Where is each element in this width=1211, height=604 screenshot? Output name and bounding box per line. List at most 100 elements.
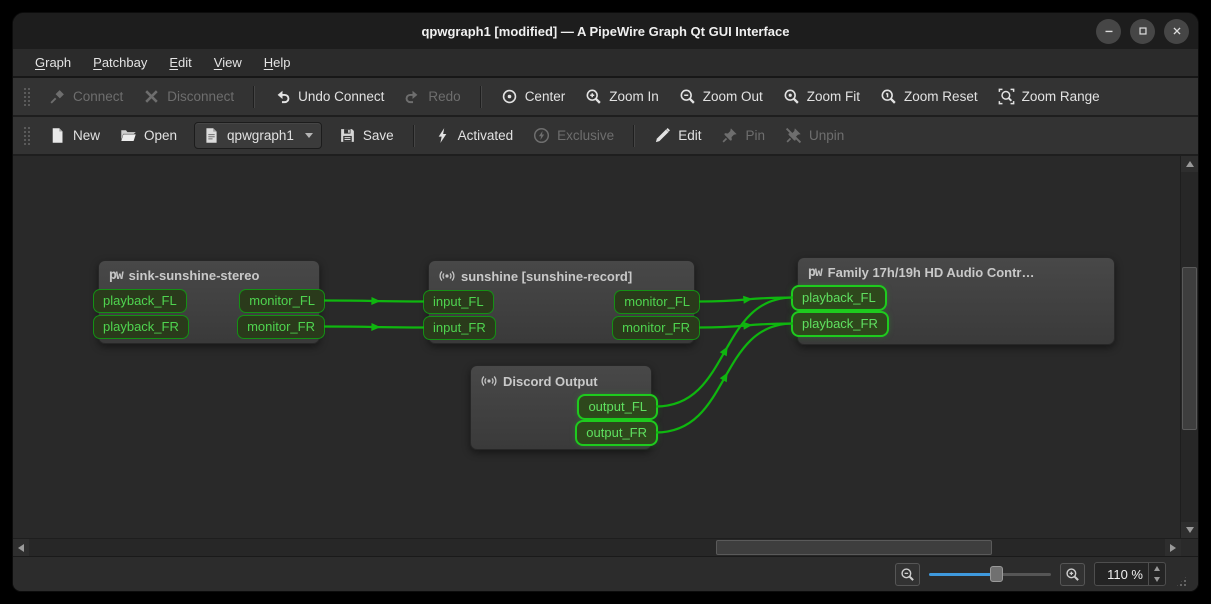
disconnect-button[interactable]: Disconnect [134,83,243,110]
port-discord-output-fr[interactable]: output_FR [577,422,656,444]
port-sink-playback-fl[interactable]: playback_FL [94,290,186,312]
open-folder-icon [120,127,137,144]
patchbay-select[interactable]: qpwgraph1 [194,122,322,149]
edit-button[interactable]: Edit [645,122,710,149]
triangle-right-icon [1170,544,1176,552]
wire-sunshine-monitor_FL-to-family-playback_FL[interactable] [699,298,793,302]
activated-button[interactable]: Activated [425,122,523,149]
graph-canvas[interactable]: pwsink-sunshine-stereoplayback_FLmonitor… [13,156,1180,538]
connect-icon [49,88,66,105]
zoom-slider[interactable] [929,564,1051,584]
scroll-left-button[interactable] [13,539,29,556]
toolbar-button-label: Zoom Fit [807,89,860,104]
center-button[interactable]: Center [492,83,575,110]
pipewire-icon: pw [808,265,822,280]
node-sink-sunshine-stereo[interactable]: pwsink-sunshine-stereoplayback_FLmonitor… [98,260,320,344]
statusbar-zoom-in-button[interactable] [1060,563,1085,586]
toolbar-button-label: Undo Connect [298,89,384,104]
port-sunshine-monitor-fr[interactable]: monitor_FR [613,317,699,339]
wire-sink-monitor_FR-to-sunshine-input_FR[interactable] [324,327,424,328]
port-sink-monitor-fl[interactable]: monitor_FL [240,290,324,312]
zoom-range-button[interactable]: Zoom Range [989,83,1109,110]
stream-icon [439,268,455,284]
statusbar-zoom-out-button[interactable] [895,563,920,586]
scroll-up-button[interactable] [1181,156,1198,172]
vertical-scroll-track[interactable] [1181,172,1198,522]
port-family-playback-fl[interactable]: playback_FL [793,287,885,309]
undo-icon [274,88,291,105]
exclusive-button[interactable]: Exclusive [524,122,623,149]
screen: qpwgraph1 [modified] — A PipeWire Graph … [0,0,1211,604]
vertical-scrollbar[interactable] [1180,156,1198,538]
wire-sunshine-monitor_FR-to-family-playback_FR[interactable] [699,324,793,328]
maximize-button[interactable] [1130,19,1155,44]
vertical-scroll-thumb[interactable] [1182,267,1197,430]
port-sunshine-input-fl[interactable]: input_FL [424,291,493,313]
new-button[interactable]: New [40,122,109,149]
port-discord-output-fl[interactable]: output_FL [579,396,656,418]
zoom-spinbox[interactable]: 110 % [1094,562,1166,586]
node-family-17h-19h-hd-audio-contr[interactable]: pwFamily 17h/19h HD Audio Contr…playback… [797,257,1115,345]
new-file-icon [49,127,66,144]
zoom-fit-button[interactable]: Zoom Fit [774,83,869,110]
node-title: sink-sunshine-stereo [129,268,260,283]
menu-edit[interactable]: Edit [161,52,199,73]
redo-button[interactable]: Redo [395,83,469,110]
port-sink-playback-fr[interactable]: playback_FR [94,316,188,338]
minimize-button[interactable] [1096,19,1121,44]
zoom-spin-down-button[interactable] [1149,574,1165,585]
chevron-down-icon [305,133,313,138]
horizontal-scroll-thumb[interactable] [716,540,992,555]
titlebar[interactable]: qpwgraph1 [modified] — A PipeWire Graph … [13,13,1198,49]
redo-icon [404,88,421,105]
scroll-down-button[interactable] [1181,522,1198,538]
toolbar-button-label: Edit [678,128,701,143]
port-family-playback-fr[interactable]: playback_FR [793,313,887,335]
horizontal-scroll-track[interactable] [29,539,1165,556]
undo-connect-button[interactable]: Undo Connect [265,83,393,110]
stream-icon [481,373,497,389]
wire-direction-arrow [371,297,380,305]
toolbar-grip[interactable] [23,126,30,146]
toolbar-button-label: Zoom Range [1022,89,1100,104]
triangle-up-icon [1186,161,1194,167]
menu-help[interactable]: Help [256,52,299,73]
toolbar-grip[interactable] [23,87,30,107]
menu-graph[interactable]: Graph [27,52,79,73]
stream-icon [481,373,497,389]
menu-patchbay[interactable]: Patchbay [85,52,155,73]
zoom-in-button[interactable]: Zoom In [576,83,668,110]
open-button[interactable]: Open [111,122,186,149]
save-button[interactable]: Save [330,122,403,149]
toolbar-button-label: Pin [745,128,765,143]
zoom-in-icon [1065,567,1080,582]
port-sink-monitor-fr[interactable]: monitor_FR [238,316,324,338]
connect-button[interactable]: Connect [40,83,132,110]
node-sunshine-sunshine-record[interactable]: sunshine [sunshine-record]input_FLmonito… [428,260,695,344]
port-sunshine-input-fr[interactable]: input_FR [424,317,495,339]
toolbar-button-label: Redo [428,89,460,104]
pin-icon [721,127,738,144]
toolbar-button-label: Activated [458,128,514,143]
zoom-out-button[interactable]: Zoom Out [670,83,772,110]
disconnect-icon [143,88,160,105]
menu-view[interactable]: View [206,52,250,73]
port-sunshine-monitor-fl[interactable]: monitor_FL [615,291,699,313]
toolbar-separator [253,86,255,108]
scroll-right-button[interactable] [1165,539,1181,556]
pin-button[interactable]: Pin [712,122,774,149]
triangle-left-icon [18,544,24,552]
zoom-spin-up-button[interactable] [1149,563,1165,574]
unpin-button[interactable]: Unpin [776,122,853,149]
node-discord-output[interactable]: Discord Outputoutput_FLoutput_FR [470,365,652,450]
zoom-slider-handle[interactable] [990,566,1003,582]
toolbar-separator [413,125,415,147]
window-resize-grip[interactable] [1175,575,1188,588]
zoom-reset-button[interactable]: Zoom Reset [871,83,987,110]
edit-pencil-icon [654,127,671,144]
close-button[interactable] [1164,19,1189,44]
toolbar-button-label: Center [525,89,566,104]
wire-sink-monitor_FL-to-sunshine-input_FL[interactable] [324,301,424,302]
maximize-icon [1136,24,1150,38]
horizontal-scrollbar[interactable] [13,538,1198,556]
